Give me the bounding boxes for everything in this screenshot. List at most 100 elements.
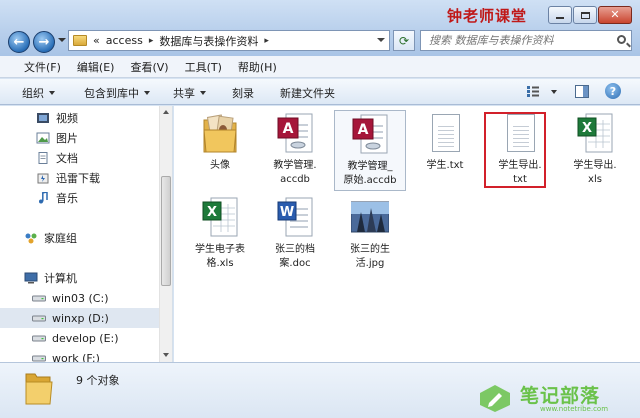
navigation-pane: 视频 图片 文档 迅雷下载 音乐 家庭组 计算机 win03 (C:) winx…: [0, 106, 173, 362]
text-file-icon: [426, 112, 464, 156]
svg-text:A: A: [358, 122, 369, 138]
file-item-xuesheng-txt[interactable]: 学生.txt: [409, 112, 481, 173]
file-item-zhangsan-dangan-doc[interactable]: W 张三的档 案.doc: [259, 196, 331, 271]
preview-pane-icon[interactable]: [575, 85, 589, 98]
chevron-down-icon: [49, 91, 55, 95]
nav-item-pictures[interactable]: 图片: [0, 128, 160, 148]
nav-item-drive-c[interactable]: win03 (C:): [0, 288, 160, 308]
nav-item-homegroup[interactable]: 家庭组: [0, 228, 160, 248]
nav-item-label: 迅雷下载: [56, 172, 100, 185]
svg-text:A: A: [283, 121, 294, 137]
computer-icon: [24, 272, 38, 284]
file-item-avatar-folder[interactable]: 头像: [184, 112, 256, 173]
menu-bar: 文件(F) 编辑(E) 查看(V) 工具(T) 帮助(H): [0, 56, 640, 78]
recent-pages-chevron-icon[interactable]: [58, 38, 66, 42]
back-button[interactable]: ←: [8, 31, 30, 53]
file-item-jiaoxue-accdb[interactable]: A 教学管理. accdb: [259, 112, 331, 187]
watermark-title: 钟老师课堂: [447, 7, 528, 25]
view-options-chevron-icon[interactable]: [551, 90, 557, 94]
drive-icon: [32, 295, 46, 302]
command-bar: 组织 包含到库中 共享 刻录 新建文件夹 ?: [0, 79, 640, 105]
menu-help[interactable]: 帮助(H): [238, 59, 277, 75]
include-in-library-button[interactable]: 包含到库中: [84, 85, 150, 101]
chevron-right-icon[interactable]: ▸: [264, 36, 269, 46]
file-item-xuesheng-daochu-xls[interactable]: X 学生导出. xls: [559, 112, 631, 187]
nav-item-label: work (F:): [52, 351, 100, 363]
item-count: 9 个对象: [76, 374, 120, 387]
search-box[interactable]: [420, 30, 632, 51]
nav-item-music[interactable]: 音乐: [0, 188, 160, 208]
svg-text:X: X: [207, 205, 217, 220]
nav-item-computer[interactable]: 计算机: [0, 268, 160, 288]
burn-button[interactable]: 刻录: [232, 85, 254, 101]
nav-item-drive-e[interactable]: develop (E:): [0, 328, 160, 348]
file-item-zhangsan-shenghuo-jpg[interactable]: 张三的生 活.jpg: [334, 196, 406, 271]
include-label: 包含到库中: [84, 87, 139, 100]
breadcrumb-access[interactable]: access: [106, 34, 143, 47]
burn-label: 刻录: [232, 87, 254, 100]
file-name: 学生电子表 格.xls: [195, 244, 245, 269]
breadcrumb-overflow[interactable]: «: [93, 34, 100, 47]
nav-scrollbar[interactable]: [159, 106, 172, 362]
forward-button[interactable]: →: [33, 31, 55, 53]
address-dropdown-icon[interactable]: [377, 38, 385, 42]
watermark-logo-icon: [480, 385, 510, 412]
file-name: 张三的档 案.doc: [275, 244, 315, 269]
organize-button[interactable]: 组织: [22, 85, 55, 101]
image-folder-icon: [203, 114, 237, 153]
close-icon: ✕: [610, 8, 620, 21]
folder-icon: [73, 35, 87, 46]
nav-item-label: 音乐: [56, 192, 78, 205]
document-icon: [38, 152, 48, 164]
file-item-xuesheng-dianzi-biaoge-xls[interactable]: X 学生电子表 格.xls: [184, 196, 256, 271]
maximize-button[interactable]: [573, 6, 597, 24]
nav-item-label: 图片: [56, 132, 78, 145]
nav-item-thunder-downloads[interactable]: 迅雷下载: [0, 168, 160, 188]
scroll-up-icon[interactable]: [163, 110, 169, 114]
minimize-button[interactable]: [548, 6, 572, 24]
address-bar[interactable]: « access ▸ 数据库与表操作资料 ▸: [68, 30, 390, 51]
forward-arrow-icon: →: [38, 34, 50, 50]
menu-view[interactable]: 查看(V): [130, 59, 168, 75]
new-folder-button[interactable]: 新建文件夹: [280, 85, 335, 101]
nav-item-label: 家庭组: [44, 232, 77, 245]
nav-item-documents[interactable]: 文档: [0, 148, 160, 168]
close-button[interactable]: ✕: [598, 6, 632, 24]
music-icon: [39, 192, 48, 204]
scroll-down-icon[interactable]: [163, 353, 169, 357]
nav-item-label: 视频: [56, 112, 78, 125]
nav-item-drive-d[interactable]: winxp (D:): [0, 308, 160, 328]
watermark-url: www.notetribe.com: [540, 405, 609, 413]
back-arrow-icon: ←: [13, 34, 25, 50]
nav-item-drive-f[interactable]: work (F:): [0, 348, 160, 362]
menu-file[interactable]: 文件(F): [24, 59, 61, 75]
file-name: 教学管理. accdb: [273, 160, 317, 185]
word-file-icon: W: [277, 197, 313, 237]
image-file-icon: [351, 201, 389, 233]
thunder-icon: [37, 173, 49, 184]
chevron-right-icon[interactable]: ▸: [149, 36, 154, 46]
menu-edit[interactable]: 编辑(E): [77, 59, 115, 75]
refresh-button[interactable]: ⟳: [393, 30, 415, 51]
menu-tools[interactable]: 工具(T): [185, 59, 222, 75]
share-button[interactable]: 共享: [173, 85, 206, 101]
refresh-icon: ⟳: [398, 33, 410, 48]
drive-icon: [32, 355, 46, 362]
nav-item-label: win03 (C:): [52, 291, 109, 305]
svg-text:X: X: [582, 121, 592, 136]
picture-icon: [36, 132, 50, 144]
title-bar: 钟老师课堂 ✕ ← → « access ▸ 数据库与表操作资料 ▸ ⟳: [0, 0, 640, 56]
breadcrumb-current-folder[interactable]: 数据库与表操作资料: [159, 33, 258, 49]
file-list: 头像 A 教学管理. accdb A 教学管理_ 原始.accdb 学生.txt…: [174, 106, 640, 362]
search-icon[interactable]: [617, 35, 626, 44]
search-input[interactable]: [429, 34, 619, 47]
drive-icon: [32, 335, 46, 342]
nav-item-videos[interactable]: 视频: [0, 108, 160, 128]
scroll-thumb[interactable]: [161, 176, 171, 286]
video-icon: [37, 113, 49, 123]
help-icon[interactable]: ?: [605, 83, 621, 99]
share-label: 共享: [173, 87, 195, 100]
file-item-jiaoxue-yuanshi-accdb[interactable]: A 教学管理_ 原始.accdb: [334, 110, 406, 191]
nav-item-label: 文档: [56, 152, 78, 165]
change-view-icon[interactable]: [526, 85, 540, 98]
